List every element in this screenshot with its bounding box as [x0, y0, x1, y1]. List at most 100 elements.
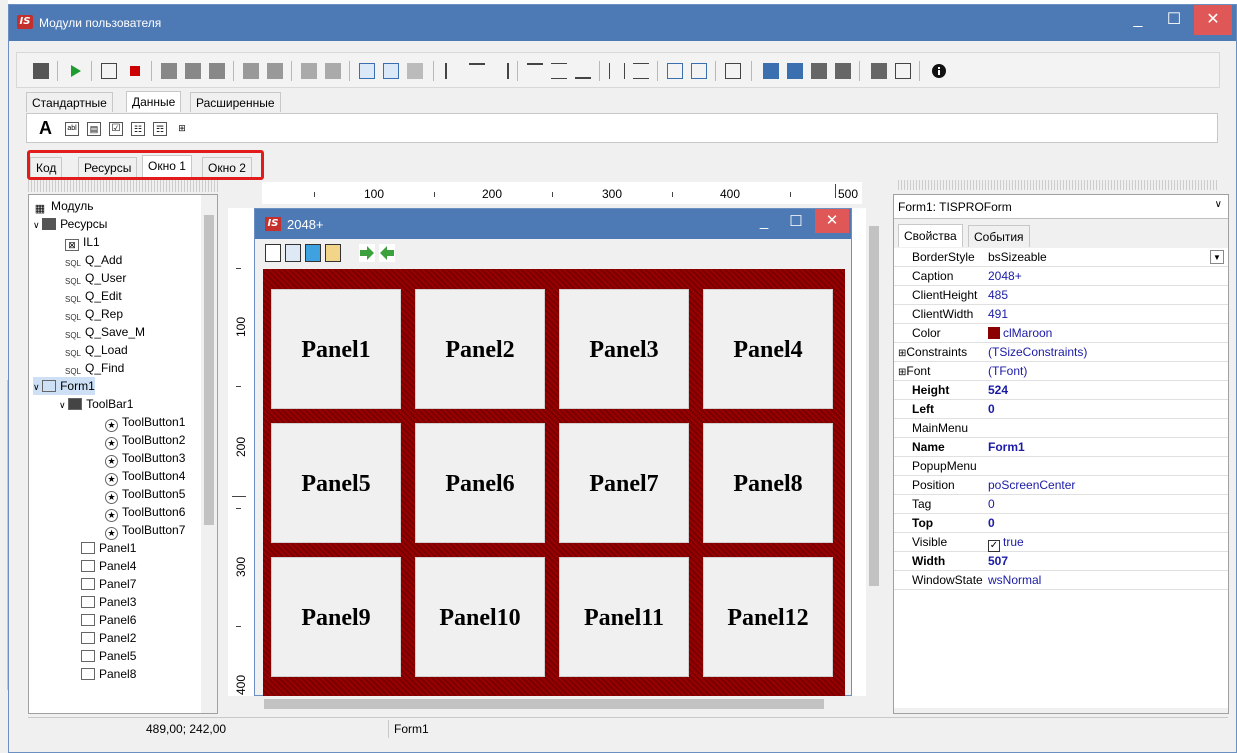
inspector-object-select[interactable]: Form1: TISPROForm ∨ — [894, 195, 1228, 219]
align-left-icon[interactable] — [445, 63, 461, 79]
tab-extended[interactable]: Расширенные — [190, 92, 281, 112]
tree-item-toolbutton[interactable]: ★ ToolButton6 — [105, 503, 185, 522]
prop-row[interactable]: ⊞Font (TFont) — [894, 362, 1228, 381]
designer-hscrollbar[interactable] — [246, 696, 866, 712]
prop-row[interactable]: Color clMaroon — [894, 324, 1228, 343]
tree-item-panel[interactable]: Panel2 — [81, 629, 136, 647]
tree-item-q-save-m[interactable]: SQL Q_Save_M — [65, 323, 145, 341]
tree-item-toolbutton[interactable]: ★ ToolButton7 — [105, 521, 185, 540]
components-icon[interactable] — [811, 63, 827, 79]
tree-item-panel[interactable]: Panel5 — [81, 647, 136, 665]
tree-item-q-edit[interactable]: SQL Q_Edit — [65, 287, 122, 305]
tree-scroll-thumb[interactable] — [204, 215, 214, 525]
cut-icon[interactable] — [161, 63, 177, 79]
panel-8[interactable]: Panel8 — [703, 423, 833, 543]
prop-row[interactable]: Top 0 — [894, 514, 1228, 533]
tree-item-toolbutton[interactable]: ★ ToolButton3 — [105, 449, 185, 468]
prop-row[interactable]: Width 507 — [894, 552, 1228, 571]
listbox-component-icon[interactable]: ☷ — [131, 122, 145, 136]
label-component-icon[interactable]: A — [39, 118, 52, 139]
new-file-icon[interactable] — [265, 244, 281, 262]
checkbox-component-icon[interactable]: ☑ — [109, 122, 123, 136]
prop-row[interactable]: Left 0 — [894, 400, 1228, 419]
panel-5[interactable]: Panel5 — [271, 423, 401, 543]
prop-row[interactable]: PopupMenu — [894, 457, 1228, 476]
designer-hscroll-thumb[interactable] — [264, 699, 824, 709]
align-bottom-icon[interactable] — [575, 63, 591, 79]
tree-item-panel[interactable]: Panel7 — [81, 575, 136, 593]
window-icon[interactable] — [895, 63, 911, 79]
grid-component-icon[interactable]: ⊞ — [175, 122, 189, 136]
panel-4[interactable]: Panel4 — [703, 289, 833, 409]
export-icon[interactable] — [325, 244, 341, 262]
tab-standard[interactable]: Стандартные — [26, 92, 113, 112]
tree-item-toolbutton[interactable]: ★ ToolButton1 — [105, 413, 185, 432]
tree-item-resources[interactable]: ∨ Ресурсы — [33, 215, 107, 233]
designer-vscroll-thumb[interactable] — [869, 226, 879, 586]
form-maximize-button[interactable]: ☐ — [779, 209, 813, 237]
same-height-icon[interactable] — [691, 63, 707, 79]
align-grid-icon[interactable] — [325, 63, 341, 79]
prop-row[interactable]: ⊞Constraints (TSizeConstraints) — [894, 343, 1228, 362]
tree-item-q-find[interactable]: SQL Q_Find — [65, 359, 124, 377]
checkbox-checked-icon[interactable]: ✓ — [988, 540, 1000, 552]
tree-item-toolbar1[interactable]: ∨ ToolBar1 — [59, 395, 133, 413]
stop-red-icon[interactable] — [127, 63, 143, 79]
maximize-button[interactable]: ☐ — [1156, 5, 1192, 37]
dropdown-arrow-icon[interactable]: ▼ — [1210, 250, 1224, 264]
tree-item-panel[interactable]: Panel6 — [81, 611, 136, 629]
layout-icon[interactable] — [787, 63, 803, 79]
form-close-button[interactable]: ✕ — [815, 209, 849, 233]
print-icon[interactable] — [871, 63, 887, 79]
panel-3[interactable]: Panel3 — [559, 289, 689, 409]
align-center-icon[interactable] — [469, 63, 485, 79]
panel-9[interactable]: Panel9 — [271, 557, 401, 677]
info-icon[interactable] — [931, 63, 947, 79]
align-middle-icon[interactable] — [551, 63, 567, 79]
prop-row[interactable]: BorderStyle bsSizeable ▼ — [894, 248, 1228, 267]
move-icon[interactable] — [407, 63, 423, 79]
tree-item-q-load[interactable]: SQL Q_Load — [65, 341, 128, 359]
prop-row[interactable]: ClientHeight 485 — [894, 286, 1228, 305]
paste-icon[interactable] — [209, 63, 225, 79]
prop-row[interactable]: ClientWidth 491 — [894, 305, 1228, 324]
prop-row[interactable]: Name Form1 — [894, 438, 1228, 457]
tree-item-panel[interactable]: Panel3 — [81, 593, 136, 611]
close-button[interactable]: ✕ — [1194, 5, 1232, 35]
stop-icon[interactable] — [33, 63, 49, 79]
prop-row[interactable]: Tag 0 — [894, 495, 1228, 514]
tree-item-toolbutton[interactable]: ★ ToolButton2 — [105, 431, 185, 450]
tree-item-panel[interactable]: Panel8 — [81, 665, 136, 683]
tree-item-toolbutton[interactable]: ★ ToolButton4 — [105, 467, 185, 486]
grid-icon[interactable] — [359, 63, 375, 79]
arrow-right-icon[interactable] — [359, 244, 375, 262]
prop-row[interactable]: Position poScreenCenter — [894, 476, 1228, 495]
edit-component-icon[interactable]: abl — [65, 122, 79, 136]
memo-component-icon[interactable]: ▤ — [87, 122, 101, 136]
panel-6[interactable]: Panel6 — [415, 423, 545, 543]
properties-icon[interactable] — [763, 63, 779, 79]
redo-icon[interactable] — [267, 63, 283, 79]
align-top-icon[interactable] — [527, 63, 543, 79]
designer-vscrollbar[interactable] — [866, 208, 882, 696]
tree-item-panel[interactable]: Panel1 — [81, 539, 136, 557]
snap-icon[interactable] — [383, 63, 399, 79]
prop-row[interactable]: Visible ✓ true — [894, 533, 1228, 552]
panel-7[interactable]: Panel7 — [559, 423, 689, 543]
palette-icon[interactable] — [835, 63, 851, 79]
tree-item-il1[interactable]: ⊠ IL1 — [65, 233, 100, 251]
tab-data[interactable]: Данные — [126, 91, 182, 112]
panel-2[interactable]: Panel2 — [415, 289, 545, 409]
tab-properties[interactable]: Свойства — [898, 224, 963, 247]
combobox-component-icon[interactable]: ☶ — [153, 122, 167, 136]
save-icon[interactable] — [285, 244, 301, 262]
form-minimize-button[interactable]: _ — [747, 209, 781, 237]
same-width-icon[interactable] — [667, 63, 683, 79]
tree-item-q-user[interactable]: SQL Q_User — [65, 269, 126, 287]
space-v-icon[interactable] — [633, 63, 649, 79]
tree-item-q-add[interactable]: SQL Q_Add — [65, 251, 122, 269]
panel-12[interactable]: Panel12 — [703, 557, 833, 677]
tab-events[interactable]: События — [968, 225, 1030, 247]
form-icon[interactable] — [101, 63, 117, 79]
form-title-bar[interactable]: IS 2048+ _ ☐ ✕ — [255, 209, 851, 239]
